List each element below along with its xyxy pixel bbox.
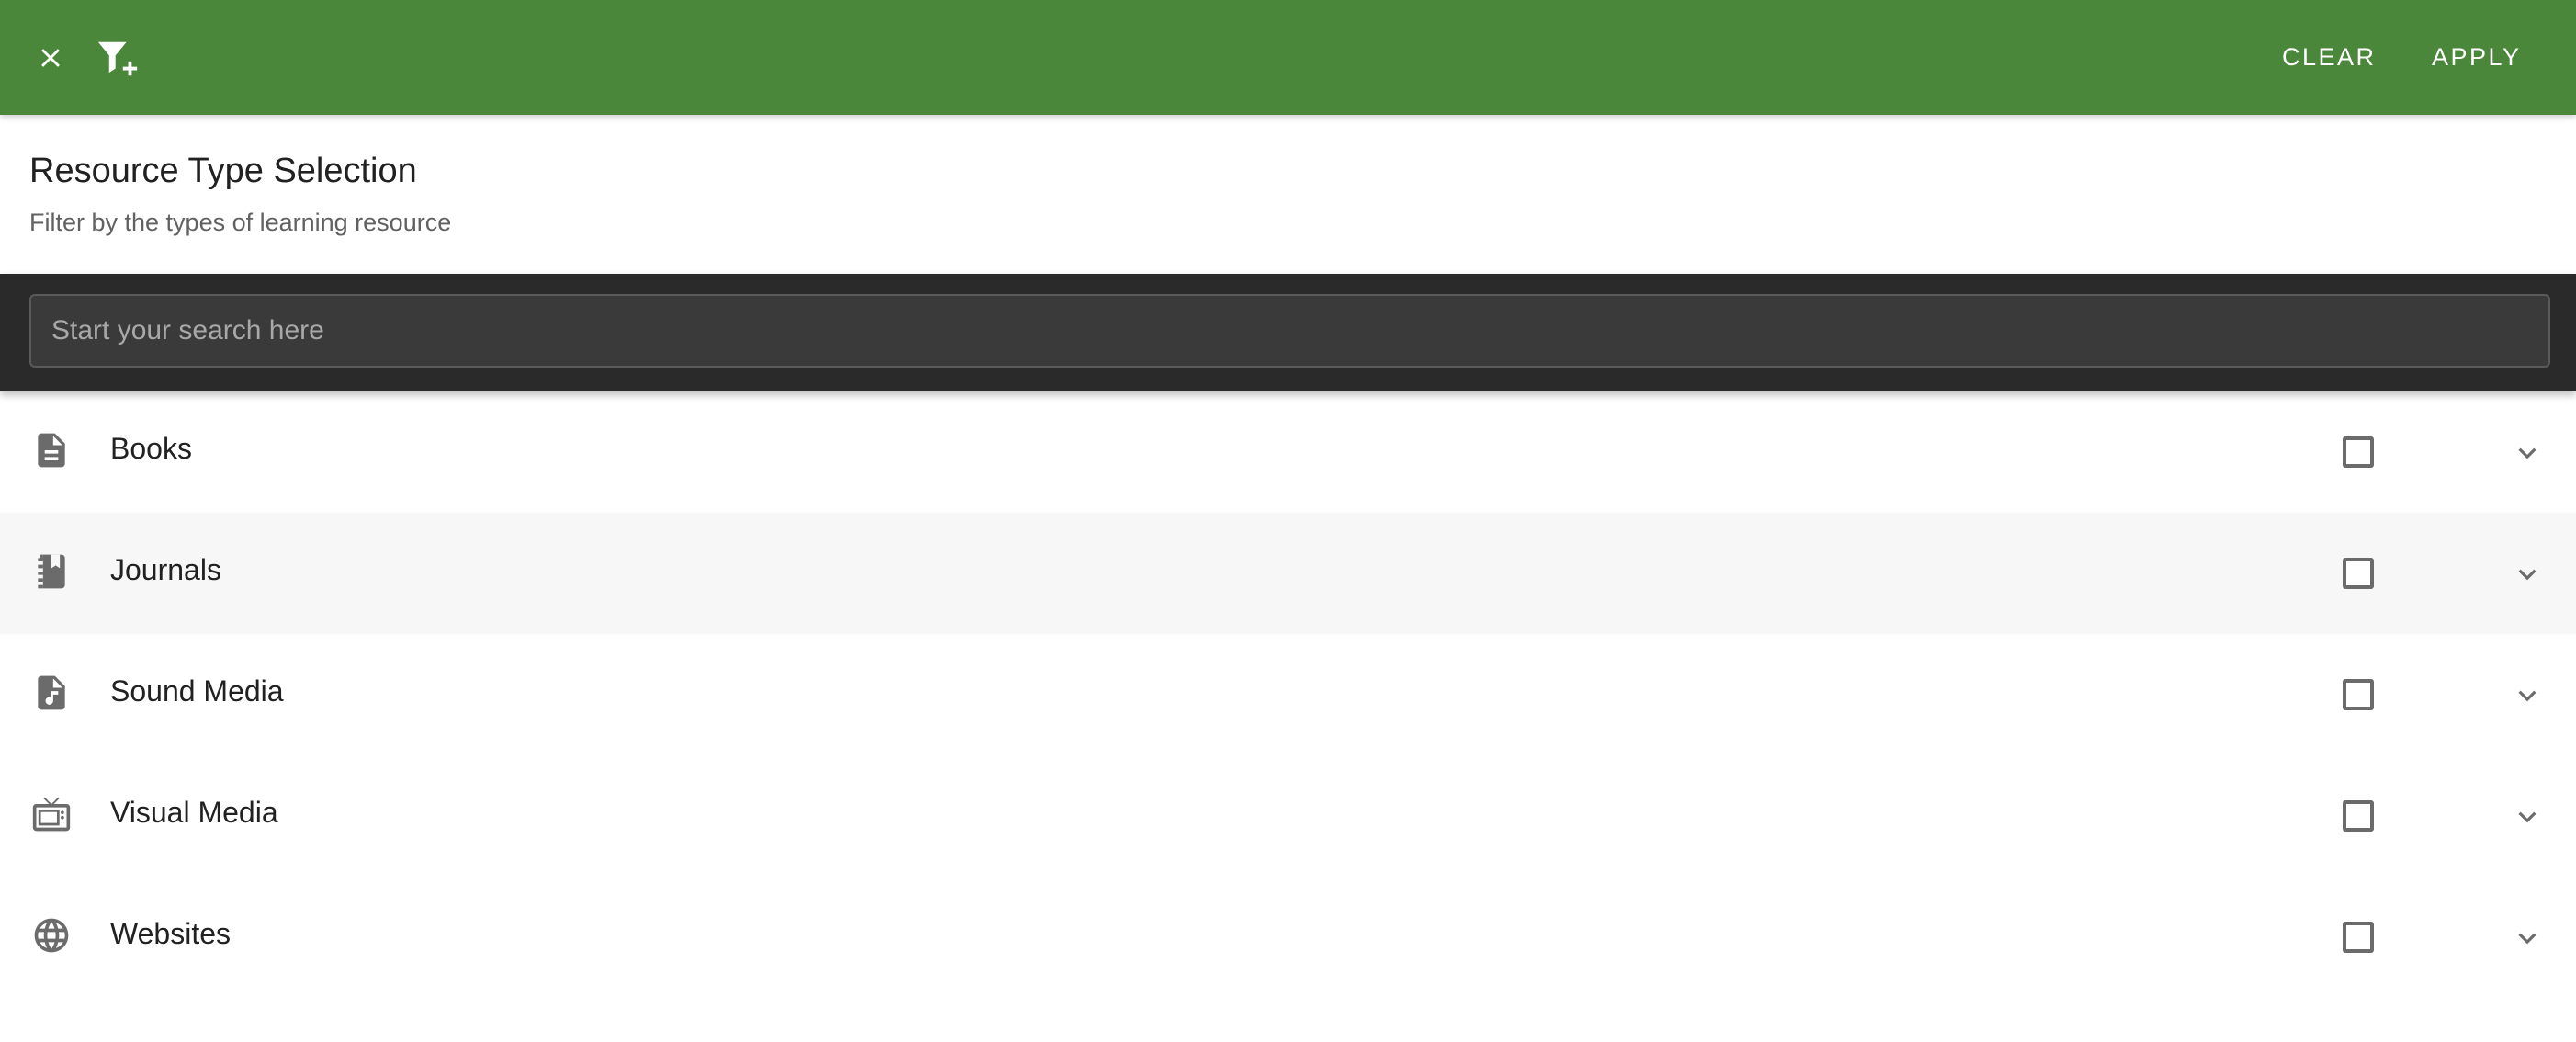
- app-bar: CLEAR APPLY: [0, 0, 2576, 115]
- item-label: Journals: [110, 553, 221, 586]
- item-label: Websites: [110, 917, 232, 950]
- checkbox[interactable]: [2343, 679, 2374, 710]
- clear-button[interactable]: CLEAR: [2282, 37, 2377, 77]
- item-label: Visual Media: [110, 796, 278, 829]
- resource-type-list: Books Journals Sound Media Visual Media …: [0, 391, 2576, 998]
- checkbox[interactable]: [2343, 558, 2374, 589]
- list-item-websites[interactable]: Websites: [0, 877, 2576, 998]
- audio-file-icon: [29, 671, 73, 715]
- page-subtitle: Filter by the types of learning resource: [29, 209, 452, 236]
- search-input[interactable]: [29, 294, 2550, 368]
- apply-button[interactable]: APPLY: [2432, 37, 2522, 77]
- page-title: Resource Type Selection: [29, 152, 417, 190]
- chevron-down-icon[interactable]: [2508, 555, 2547, 594]
- chevron-down-icon[interactable]: [2508, 434, 2547, 472]
- close-icon[interactable]: [28, 35, 73, 81]
- list-item-sound-media[interactable]: Sound Media: [0, 634, 2576, 755]
- checkbox[interactable]: [2343, 800, 2374, 832]
- chevron-down-icon[interactable]: [2508, 919, 2547, 957]
- checkbox[interactable]: [2343, 436, 2374, 468]
- filter-add-icon[interactable]: [92, 33, 143, 83]
- list-item-journals[interactable]: Journals: [0, 513, 2576, 634]
- chevron-down-icon[interactable]: [2508, 676, 2547, 715]
- header: Resource Type Selection Filter by the ty…: [0, 115, 2576, 274]
- search-bar: [0, 274, 2576, 391]
- globe-icon: [29, 913, 73, 957]
- tv-icon: [29, 792, 73, 836]
- checkbox[interactable]: [2343, 922, 2374, 953]
- journal-icon: [29, 549, 73, 594]
- chevron-down-icon[interactable]: [2508, 798, 2547, 836]
- list-item-books[interactable]: Books: [0, 391, 2576, 513]
- list-item-visual-media[interactable]: Visual Media: [0, 755, 2576, 877]
- document-icon: [29, 428, 73, 472]
- item-label: Sound Media: [110, 674, 284, 708]
- item-label: Books: [110, 432, 192, 465]
